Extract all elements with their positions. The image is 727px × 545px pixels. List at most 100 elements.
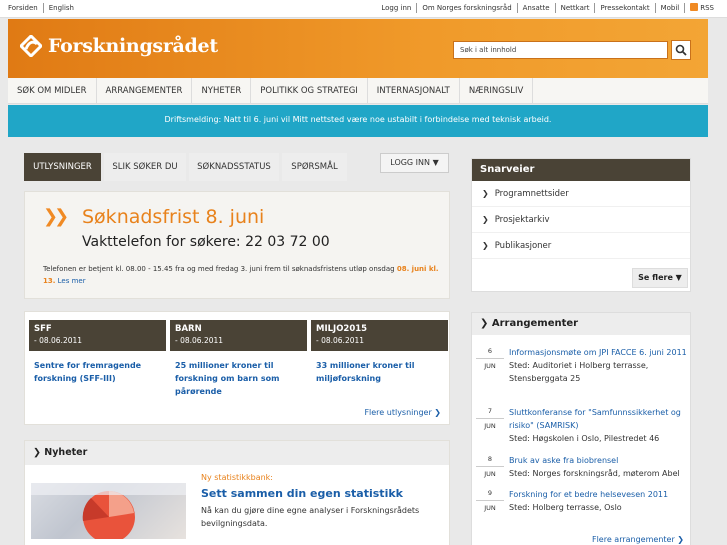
event-place: Sted: Norges forskningsråd, møterom Abel <box>509 469 680 478</box>
event-text: Bruk av aske fra biobrensel Sted: Norges… <box>509 454 687 480</box>
news-header: ❯ Nyheter <box>25 441 449 465</box>
event-title[interactable]: Sluttkonferanse for "Samfunnssikkerhet o… <box>509 408 681 430</box>
event-day: 7 <box>476 406 504 419</box>
nav-arrangementer[interactable]: ARRANGEMENTER <box>97 78 193 103</box>
site-logo[interactable]: Forskningsrådet <box>20 35 218 57</box>
event-month: JUN <box>484 422 496 430</box>
chevron-right-icon: ❯ <box>434 408 441 417</box>
call-card[interactable]: MILJO2015 - 08.06.2011 33 millioner kron… <box>311 320 448 385</box>
shortcuts-header: Snarveier <box>472 159 690 181</box>
shortcut-prosjektarkiv[interactable]: ❯ Prosjektarkiv <box>472 207 690 233</box>
link-pressekontakt[interactable]: Pressekontakt <box>594 3 654 13</box>
link-english[interactable]: English <box>42 3 79 13</box>
call-date: - 08.06.2011 <box>316 336 365 345</box>
tab-sporsmal[interactable]: SPØRSMÅL <box>282 153 347 181</box>
link-mobil[interactable]: Mobil <box>654 3 685 13</box>
event-place: Sted: Holberg terrasse, Oslo <box>509 503 622 512</box>
more-events-label: Flere arrangementer <box>591 535 675 544</box>
news-header-label: Nyheter <box>44 447 88 458</box>
link-nettkart[interactable]: Nettkart <box>554 3 595 13</box>
nav-sok-om-midler[interactable]: SØK OM MIDLER <box>8 78 97 103</box>
call-category: MILJO2015 <box>316 324 368 334</box>
link-forsiden[interactable]: Forsiden <box>8 3 43 13</box>
call-title[interactable]: 33 millioner kroner til miljøforskning <box>311 351 448 385</box>
more-events-link[interactable]: Flere arrangementer ❯ <box>592 535 684 544</box>
chevron-right-icon: ❯ <box>677 535 684 544</box>
event-text: Sluttkonferanse for "Samfunnssikkerhet o… <box>509 406 687 445</box>
search-icon <box>675 44 687 56</box>
double-chevron-icon: ❯❯ <box>43 206 69 227</box>
chevron-right-icon: ❯ <box>482 189 489 198</box>
call-title[interactable]: 25 millioner kroner til forskning om bar… <box>170 351 307 398</box>
shortcut-programnettsider[interactable]: ❯ Programnettsider <box>472 181 690 207</box>
events-box: ❯ Arrangementer 6 JUN Informasjonsmøte o… <box>471 312 691 545</box>
chevron-right-icon: ❯ <box>480 318 489 329</box>
nav-naeringsliv[interactable]: NÆRINGSLIV <box>460 78 534 103</box>
chevron-down-icon: ▼ <box>432 158 439 167</box>
call-title[interactable]: Sentre for fremragende forskning (SFF-II… <box>29 351 166 385</box>
link-ansatte[interactable]: Ansatte <box>516 3 555 13</box>
link-logg-inn[interactable]: Logg inn <box>381 3 416 13</box>
event-text: Forskning for et bedre helsevesen 2011 S… <box>509 488 687 514</box>
nav-nyheter[interactable]: NYHETER <box>192 78 252 103</box>
deadline-box: ❯❯ Søknadsfrist 8. juni Vakttelefon for … <box>24 191 450 299</box>
more-calls-label: Flere utlysninger <box>364 408 432 417</box>
operations-alert: Driftsmelding: Natt til 6. juni vil Mitt… <box>8 105 708 137</box>
shortcut-publikasjoner[interactable]: ❯ Publikasjoner <box>472 233 690 259</box>
chevron-right-icon: ❯ <box>482 241 489 250</box>
event-title[interactable]: Forskning for et bedre helsevesen 2011 <box>509 490 668 499</box>
event-date: 6 JUN <box>476 346 504 371</box>
call-card[interactable]: BARN - 08.06.2011 25 millioner kroner ti… <box>170 320 307 398</box>
event-month: JUN <box>484 470 496 478</box>
read-more-link[interactable]: Les mer <box>58 277 86 285</box>
nav-internasjonalt[interactable]: INTERNASJONALT <box>368 78 460 103</box>
shortcut-label: Publikasjoner <box>494 241 552 251</box>
news-lede: Nå kan du gjøre dine egne analyser i For… <box>201 506 420 528</box>
tab-slik-soker-du[interactable]: SLIK SØKER DU <box>104 153 186 181</box>
call-category: BARN <box>175 324 202 334</box>
main-nav: SØK OM MIDLER ARRANGEMENTER NYHETER POLI… <box>8 78 708 104</box>
deadline-info-text: Telefonen er betjent kl. 08.00 - 15.45 f… <box>43 265 397 273</box>
search-input[interactable]: Søk i alt innhold <box>453 41 668 59</box>
event-day: 8 <box>476 454 504 467</box>
event-place: Sted: Høgskolen i Oslo, Pilestredet 46 <box>509 434 660 443</box>
event-date: 8 JUN <box>476 454 504 479</box>
news-headline[interactable]: Sett sammen din egen statistikk <box>201 487 403 500</box>
logo-text: Forskningsrådet <box>48 35 218 57</box>
shortcut-label: Prosjektarkiv <box>494 215 550 225</box>
tab-soknadsstatus[interactable]: SØKNADSSTATUS <box>189 153 279 181</box>
more-calls-link[interactable]: Flere utlysninger ❯ <box>364 408 441 417</box>
chevron-right-icon: ❯ <box>482 215 489 224</box>
call-card[interactable]: SFF - 08.06.2011 Sentre for fremragende … <box>29 320 166 385</box>
rss-icon <box>690 3 699 11</box>
tab-utlysninger[interactable]: UTLYSNINGER <box>24 153 101 181</box>
chevron-down-icon: ▼ <box>675 273 682 282</box>
link-om[interactable]: Om Norges forskningsråd <box>416 3 516 13</box>
event-month: JUN <box>484 504 496 512</box>
chevron-right-icon: ❯ <box>33 447 41 458</box>
events-header: ❯ Arrangementer <box>472 313 690 335</box>
link-rss[interactable]: RSS <box>684 3 719 13</box>
login-button[interactable]: LOGG INN ▼ <box>380 153 449 173</box>
event-date: 7 JUN <box>476 406 504 431</box>
news-section: ❯ Nyheter Ny statistikkbank: Sett sammen… <box>24 440 450 545</box>
search-button[interactable] <box>671 40 691 60</box>
rss-label: RSS <box>700 4 714 12</box>
event-text: Informasjonsmøte om JPI FACCE 6. juni 20… <box>509 346 687 385</box>
event-day: 6 <box>476 346 504 359</box>
event-title[interactable]: Bruk av aske fra biobrensel <box>509 456 618 465</box>
news-thumbnail[interactable] <box>31 483 186 539</box>
events-header-label: Arrangementer <box>491 318 579 329</box>
logo-mark-icon <box>20 35 42 57</box>
header-banner: Forskningsrådet Søk i alt innhold <box>8 19 708 78</box>
event-month: JUN <box>484 362 496 370</box>
nav-politikk[interactable]: POLITIKK OG STRATEGI <box>251 78 368 103</box>
event-title[interactable]: Informasjonsmøte om JPI FACCE 6. juni 20… <box>509 348 687 357</box>
top-utility-bar: Forsiden English Logg inn Om Norges fors… <box>0 0 727 18</box>
news-kicker: Ny statistikkbank: <box>201 473 273 482</box>
login-label: LOGG INN <box>390 158 431 167</box>
deadline-title: Søknadsfrist 8. juni <box>82 206 265 228</box>
see-more-button[interactable]: Se flere ▼ <box>632 268 688 288</box>
deadline-phone: Vakttelefon for søkere: 22 03 72 00 <box>82 234 330 250</box>
calls-cards: SFF - 08.06.2011 Sentre for fremragende … <box>24 311 450 425</box>
